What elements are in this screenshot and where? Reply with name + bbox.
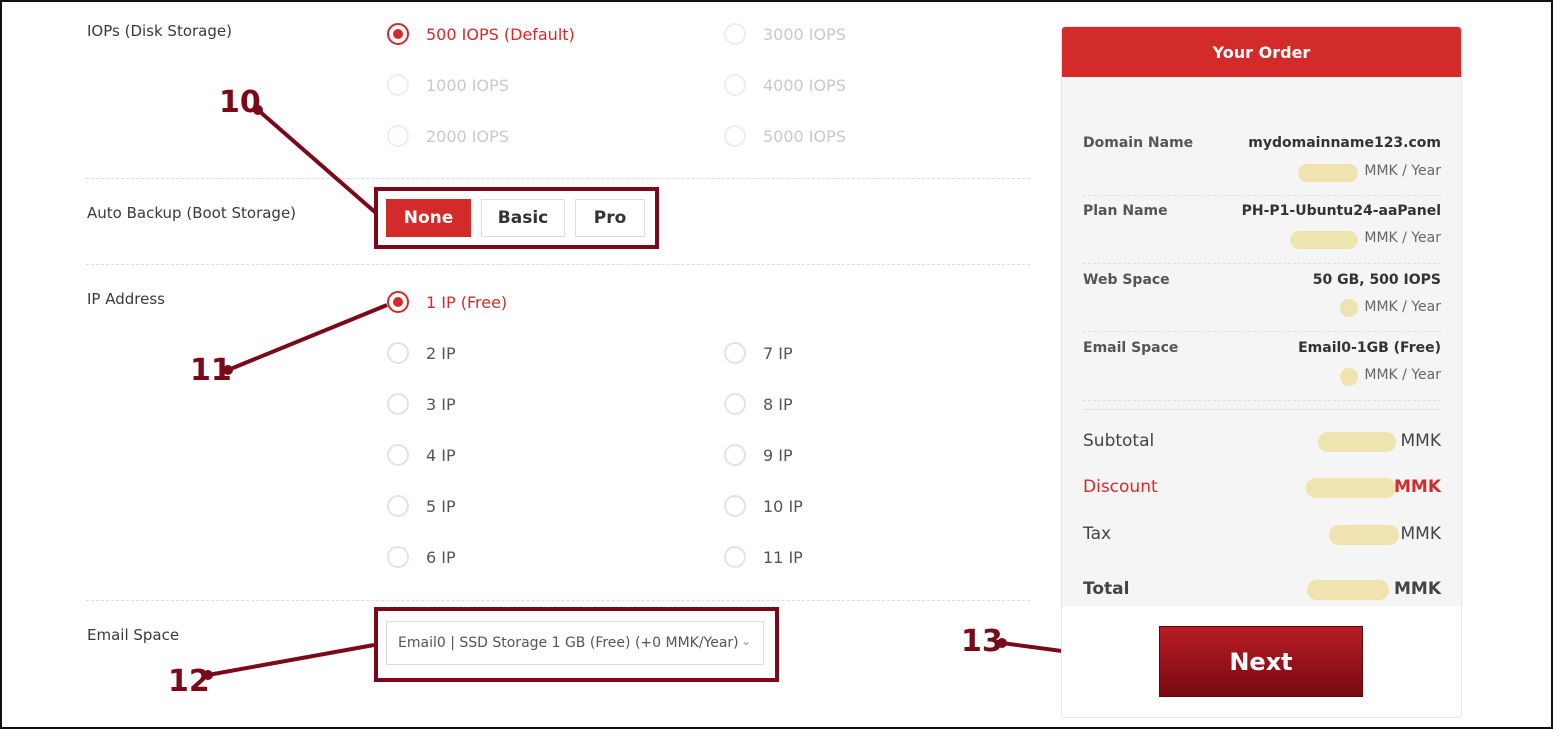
redacted-price xyxy=(1298,164,1358,182)
callout-arrow-10 xyxy=(256,108,378,215)
divider xyxy=(1083,331,1441,332)
divider xyxy=(1083,263,1441,264)
callout-number-10: 10 xyxy=(219,85,261,120)
order-item-value: Email0-1GB (Free) xyxy=(1298,340,1441,356)
total-unit: MMK xyxy=(1393,579,1441,599)
order-item-price-unit: MMK / Year xyxy=(1364,230,1441,246)
order-item-label: Web Space xyxy=(1083,272,1170,288)
callout-number-12: 12 xyxy=(168,664,210,699)
callout-number-13: 13 xyxy=(961,624,1003,659)
order-body: Domain Name mydomainname123.com MMK / Ye… xyxy=(1062,77,1461,606)
order-item-value: mydomainname123.com xyxy=(1248,135,1441,151)
redacted-price xyxy=(1340,368,1358,386)
order-summary-card: Your Order Domain Name mydomainname123.c… xyxy=(1061,26,1462,718)
redacted-price xyxy=(1340,299,1358,317)
order-item-price-unit: MMK / Year xyxy=(1364,299,1441,315)
redacted-subtotal xyxy=(1318,432,1396,452)
order-title: Your Order xyxy=(1062,27,1461,77)
discount-label: Discount xyxy=(1083,477,1158,497)
order-item-price-unit: MMK / Year xyxy=(1364,163,1441,179)
subtotal-unit: MMK xyxy=(1400,431,1441,451)
next-button[interactable]: Next xyxy=(1159,626,1363,697)
summary-divider xyxy=(1083,409,1441,410)
order-item-price-unit: MMK / Year xyxy=(1364,367,1441,383)
tax-unit: MMK xyxy=(1400,524,1441,544)
redacted-discount xyxy=(1306,478,1396,498)
tax-label: Tax xyxy=(1083,524,1112,544)
divider xyxy=(1083,400,1441,401)
divider xyxy=(1083,195,1441,196)
redacted-tax xyxy=(1329,525,1399,545)
callout-arrow-12 xyxy=(207,643,375,677)
discount-unit: MMK xyxy=(1393,477,1441,497)
redacted-price xyxy=(1290,231,1358,249)
order-item-label: Domain Name xyxy=(1083,135,1194,151)
order-item-label: Plan Name xyxy=(1083,203,1168,219)
callout-arrow-11 xyxy=(227,303,388,372)
callout-number-11: 11 xyxy=(190,353,232,388)
order-item-value: PH-P1-Ubuntu24-aaPanel xyxy=(1241,203,1441,219)
order-item-value: 50 GB, 500 IOPS xyxy=(1312,272,1441,288)
redacted-total xyxy=(1307,580,1389,600)
order-item-label: Email Space xyxy=(1083,340,1179,356)
total-label: Total xyxy=(1083,579,1130,599)
subtotal-label: Subtotal xyxy=(1083,431,1155,451)
